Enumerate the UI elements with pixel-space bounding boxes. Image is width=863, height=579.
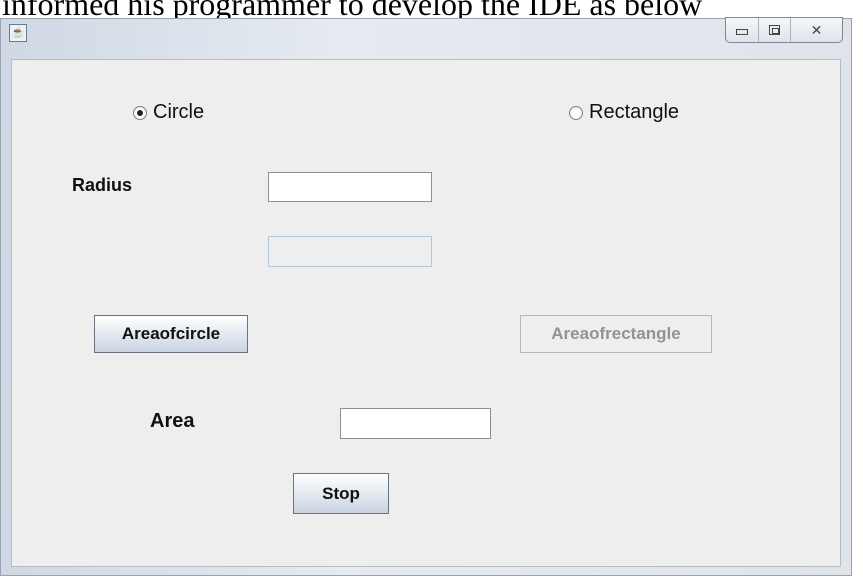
area-of-rectangle-button[interactable]: Areaofrectangle — [520, 315, 712, 353]
java-icon: ☕ — [9, 24, 27, 42]
rectangle-radio-label: Rectangle — [589, 101, 680, 123]
close-button[interactable]: ✕ — [790, 18, 842, 42]
radio-selected-icon — [133, 105, 147, 120]
radius-label: Radius — [72, 175, 133, 195]
secondary-input[interactable] — [268, 236, 432, 267]
rectangle-radio[interactable]: Rectangle — [569, 101, 679, 124]
app-window: ☕ ✕ Circle Rectangle Radius Areaofcircle… — [0, 17, 852, 576]
stop-button[interactable]: Stop — [293, 473, 389, 514]
maximize-button[interactable] — [758, 18, 790, 42]
area-of-circle-button[interactable]: Areaofcircle — [94, 315, 248, 353]
title-bar: ☕ ✕ — [1, 17, 851, 59]
area-label: Area — [150, 410, 195, 432]
minimize-icon — [736, 29, 748, 35]
close-icon: ✕ — [810, 21, 823, 38]
maximize-icon — [769, 25, 780, 35]
form-panel: Circle Rectangle Radius Areaofcircle Are… — [11, 59, 841, 567]
circle-radio[interactable]: Circle — [133, 101, 204, 124]
radius-input[interactable] — [268, 172, 432, 202]
circle-radio-label: Circle — [153, 101, 205, 123]
radio-unselected-icon — [569, 105, 583, 120]
window-controls: ✕ — [725, 17, 843, 43]
area-output-field[interactable] — [340, 408, 491, 439]
minimize-button[interactable] — [726, 18, 758, 42]
